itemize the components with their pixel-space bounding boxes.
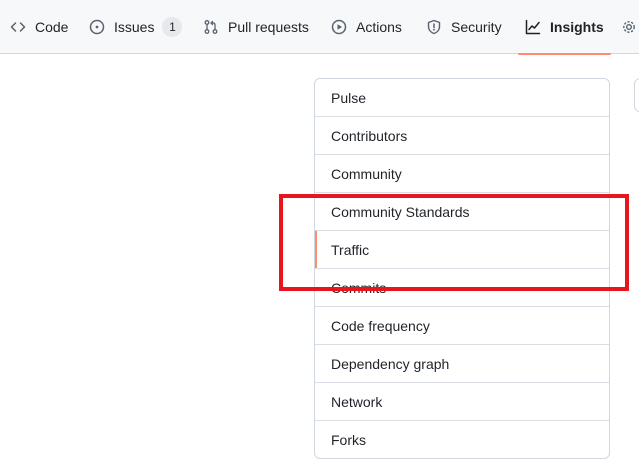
- graph-icon: [525, 19, 541, 35]
- play-icon: [331, 19, 347, 35]
- tab-insights[interactable]: Insights: [518, 0, 611, 55]
- menu-item-label: Traffic: [331, 241, 370, 258]
- tab-insights-label: Insights: [550, 19, 604, 35]
- menu-item-code-frequency[interactable]: Code frequency: [315, 307, 609, 345]
- menu-item-label: Dependency graph: [331, 355, 450, 372]
- tab-security-label: Security: [451, 19, 502, 35]
- menu-item-label: Pulse: [331, 89, 367, 106]
- menu-item-commits[interactable]: Commits: [315, 269, 609, 307]
- shield-icon: [426, 19, 442, 35]
- tab-security[interactable]: Security: [426, 0, 502, 54]
- menu-item-label: Community Standards: [331, 203, 470, 220]
- menu-item-label: Forks: [331, 432, 366, 448]
- menu-item-forks[interactable]: Forks: [315, 421, 609, 458]
- menu-item-pulse[interactable]: Pulse: [315, 79, 609, 117]
- menu-item-label: Commits: [331, 279, 387, 296]
- insights-menu: Pulse Contributors Community Community S…: [314, 78, 610, 459]
- git-pull-request-icon: [203, 19, 219, 35]
- menu-item-dependency-graph[interactable]: Dependency graph: [315, 345, 609, 383]
- tab-pull-requests[interactable]: Pull requests: [203, 0, 309, 54]
- menu-item-traffic[interactable]: Traffic: [315, 231, 609, 269]
- gear-icon: [621, 19, 637, 35]
- tab-actions[interactable]: Actions: [331, 0, 402, 54]
- tab-code-label: Code: [35, 19, 69, 35]
- tab-issues[interactable]: Issues 1: [89, 0, 183, 54]
- tab-pull-requests-label: Pull requests: [228, 19, 309, 35]
- menu-item-label: Contributors: [331, 127, 408, 144]
- tab-settings[interactable]: [621, 0, 639, 54]
- issue-opened-icon: [89, 19, 105, 35]
- menu-item-network[interactable]: Network: [315, 383, 609, 421]
- page: Code Issues 1 Pull requests Actions Secu…: [0, 0, 639, 466]
- menu-item-community-standards[interactable]: Community Standards: [315, 193, 609, 231]
- menu-item-label: Code frequency: [331, 317, 430, 334]
- tab-code[interactable]: Code: [10, 0, 68, 54]
- code-icon: [10, 19, 26, 35]
- menu-item-community[interactable]: Community: [315, 155, 609, 193]
- tab-actions-label: Actions: [356, 19, 402, 35]
- repo-navigation: Code Issues 1 Pull requests Actions Secu…: [0, 0, 639, 55]
- content-panel-edge: [634, 78, 639, 112]
- menu-item-contributors[interactable]: Contributors: [315, 117, 609, 155]
- issues-counter: 1: [162, 17, 183, 37]
- menu-item-label: Network: [331, 393, 383, 410]
- tab-issues-label: Issues: [114, 19, 155, 35]
- menu-item-label: Community: [331, 165, 402, 182]
